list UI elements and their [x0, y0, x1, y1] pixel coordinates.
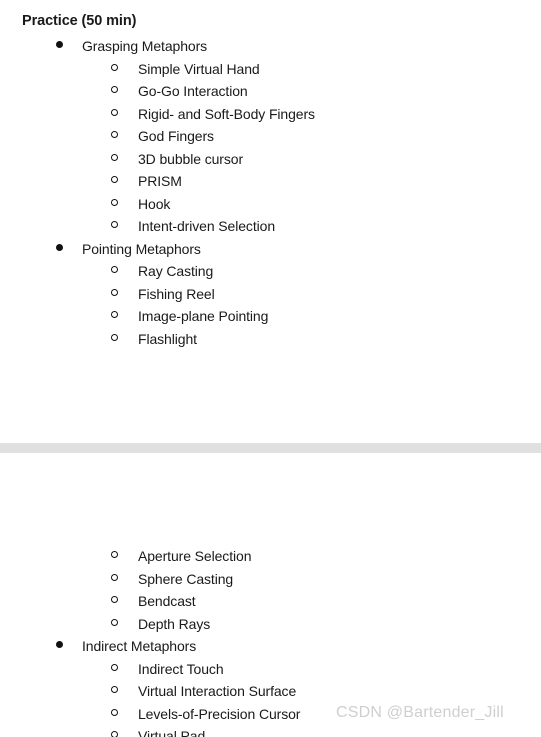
- csdn-watermark: CSDN @Bartender_Jill: [336, 704, 504, 721]
- hollow-circle-bullet-icon: [111, 658, 118, 681]
- hollow-circle-bullet-icon: [111, 703, 118, 726]
- list-item-label: Rigid- and Soft-Body Fingers: [138, 105, 315, 122]
- hollow-circle-bullet-icon: [111, 305, 118, 328]
- hollow-circle-bullet-icon: [111, 568, 118, 591]
- hollow-circle-bullet-glyph: [111, 551, 118, 559]
- hollow-circle-bullet-icon: [111, 590, 118, 613]
- filled-disc-bullet-glyph: [56, 243, 63, 251]
- hollow-circle-bullet-glyph: [111, 708, 118, 716]
- slide-fragment-bottom: Aperture Selection Sphere Casting Bendcast…: [0, 453, 541, 737]
- list-item: Intent-driven Selection: [0, 215, 541, 238]
- hollow-circle-bullet-icon: [111, 328, 118, 351]
- hollow-circle-bullet-glyph: [111, 311, 118, 319]
- hollow-circle-bullet-glyph: [111, 86, 118, 94]
- hollow-circle-bullet-icon: [111, 613, 118, 636]
- list-item-label: Indirect Metaphors: [82, 638, 197, 654]
- list-item-label: Bendcast: [138, 593, 196, 609]
- list-item-label: Fishing Reel: [138, 285, 215, 302]
- hollow-circle-bullet-glyph: [111, 596, 118, 604]
- hollow-circle-bullet-icon: [111, 680, 118, 703]
- list-item: Pointing Metaphors: [0, 238, 541, 261]
- hollow-circle-bullet-glyph: [111, 333, 118, 341]
- list-item: Image-plane Pointing: [0, 305, 541, 328]
- hollow-circle-bullet-glyph: [111, 618, 118, 626]
- hollow-circle-bullet-icon: [111, 80, 118, 103]
- list-item-label: Virtual Pad: [138, 728, 206, 737]
- hollow-circle-bullet-icon: [111, 125, 118, 148]
- list-item: Hook: [0, 193, 541, 216]
- list-item-label: God Fingers: [138, 128, 214, 144]
- list-item: PRISM: [0, 170, 541, 193]
- hollow-circle-bullet-icon: [111, 148, 118, 171]
- list-item: Grasping Metaphors: [0, 35, 541, 58]
- hollow-circle-bullet-icon: [111, 193, 118, 216]
- hollow-circle-bullet-glyph: [111, 266, 118, 274]
- list-item-label: Aperture Selection: [138, 548, 252, 564]
- list-item: Flashlight: [0, 328, 541, 351]
- list-item: 3D bubble cursor: [0, 148, 541, 171]
- list-item: Simple Virtual Hand: [0, 58, 541, 81]
- hollow-circle-bullet-glyph: [111, 153, 118, 161]
- filled-disc-bullet-icon: [56, 35, 63, 58]
- hollow-circle-bullet-glyph: [111, 63, 118, 71]
- list-item-label: Simple Virtual Hand: [138, 60, 260, 77]
- list-item-label: Hook: [138, 195, 171, 212]
- list-item-label: 3D bubble cursor: [138, 150, 244, 167]
- page-divider: [0, 443, 541, 453]
- list-item: God Fingers: [0, 125, 541, 148]
- list-item: Indirect Metaphors: [0, 635, 541, 658]
- list-item-label: Ray Casting: [138, 263, 214, 279]
- list-item-label: Pointing Metaphors: [82, 240, 201, 257]
- list-item: Sphere Casting: [0, 568, 541, 591]
- hollow-circle-bullet-glyph: [111, 573, 118, 581]
- list-item-label: Levels-of-Precision Cursor: [138, 705, 301, 722]
- filled-disc-bullet-icon: [56, 238, 63, 261]
- list-item: Depth Rays: [0, 613, 541, 636]
- list-item: Bendcast: [0, 590, 541, 613]
- list-item: Ray Casting: [0, 260, 541, 283]
- filled-disc-bullet-glyph: [56, 41, 63, 49]
- list-item: Fishing Reel: [0, 283, 541, 306]
- list-item-label: Flashlight: [138, 330, 197, 347]
- hollow-circle-bullet-glyph: [111, 131, 118, 139]
- hollow-circle-bullet-icon: [111, 103, 118, 126]
- hollow-circle-bullet-icon: [111, 545, 118, 568]
- hollow-circle-bullet-icon: [111, 215, 118, 238]
- hollow-circle-bullet-icon: [111, 170, 118, 193]
- hollow-circle-bullet-glyph: [111, 176, 118, 184]
- hollow-circle-bullet-glyph: [111, 731, 118, 737]
- list-item-label: Go-Go Interaction: [138, 83, 248, 99]
- hollow-circle-bullet-icon: [111, 725, 118, 737]
- slide-fragment-top: Practice (50 min) Grasping Metaphors Simp…: [0, 0, 541, 443]
- list-item-label: Sphere Casting: [138, 570, 234, 587]
- filled-disc-bullet-icon: [56, 635, 63, 658]
- hollow-circle-bullet-glyph: [111, 198, 118, 206]
- hollow-circle-bullet-glyph: [111, 288, 118, 296]
- list-item: Indirect Touch: [0, 658, 541, 681]
- list-item: Rigid- and Soft-Body Fingers: [0, 103, 541, 126]
- list-item-label: Image-plane Pointing: [138, 308, 269, 324]
- hollow-circle-bullet-icon: [111, 260, 118, 283]
- list-item: Go-Go Interaction: [0, 80, 541, 103]
- list-item: Aperture Selection: [0, 545, 541, 568]
- list-item-label: Grasping Metaphors: [82, 38, 208, 54]
- hollow-circle-bullet-glyph: [111, 686, 118, 694]
- list-item-label: PRISM: [138, 173, 182, 189]
- list-item-label: Intent-driven Selection: [138, 218, 276, 234]
- hollow-circle-bullet-icon: [111, 58, 118, 81]
- page-title: Practice (50 min): [22, 13, 137, 29]
- filled-disc-bullet-glyph: [56, 641, 63, 649]
- hollow-circle-bullet-glyph: [111, 108, 118, 116]
- list-item-label: Indirect Touch: [138, 660, 224, 677]
- list-item: Virtual Interaction Surface: [0, 680, 541, 703]
- hollow-circle-bullet-glyph: [111, 221, 118, 229]
- hollow-circle-bullet-icon: [111, 283, 118, 306]
- list-item-label: Depth Rays: [138, 615, 211, 632]
- hollow-circle-bullet-glyph: [111, 663, 118, 671]
- list-item-label: Virtual Interaction Surface: [138, 683, 297, 699]
- list-item: Virtual Pad: [0, 725, 541, 737]
